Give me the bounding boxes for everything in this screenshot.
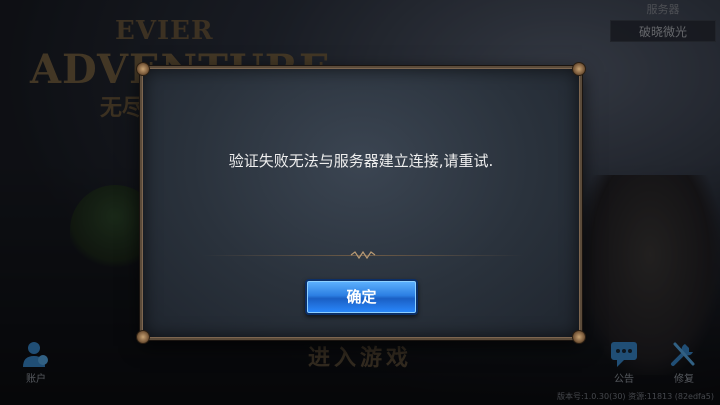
corner-rivet bbox=[572, 330, 586, 344]
corner-rivet bbox=[136, 62, 150, 76]
corner-rivet bbox=[572, 62, 586, 76]
error-dialog: 验证失败无法与服务器建立连接,请重试. 确定 bbox=[136, 62, 586, 344]
confirm-button[interactable]: 确定 bbox=[305, 279, 418, 315]
dialog-message: 验证失败无法与服务器建立连接,请重试. bbox=[228, 152, 494, 170]
corner-rivet bbox=[136, 330, 150, 344]
divider-ornament-icon bbox=[350, 250, 376, 260]
